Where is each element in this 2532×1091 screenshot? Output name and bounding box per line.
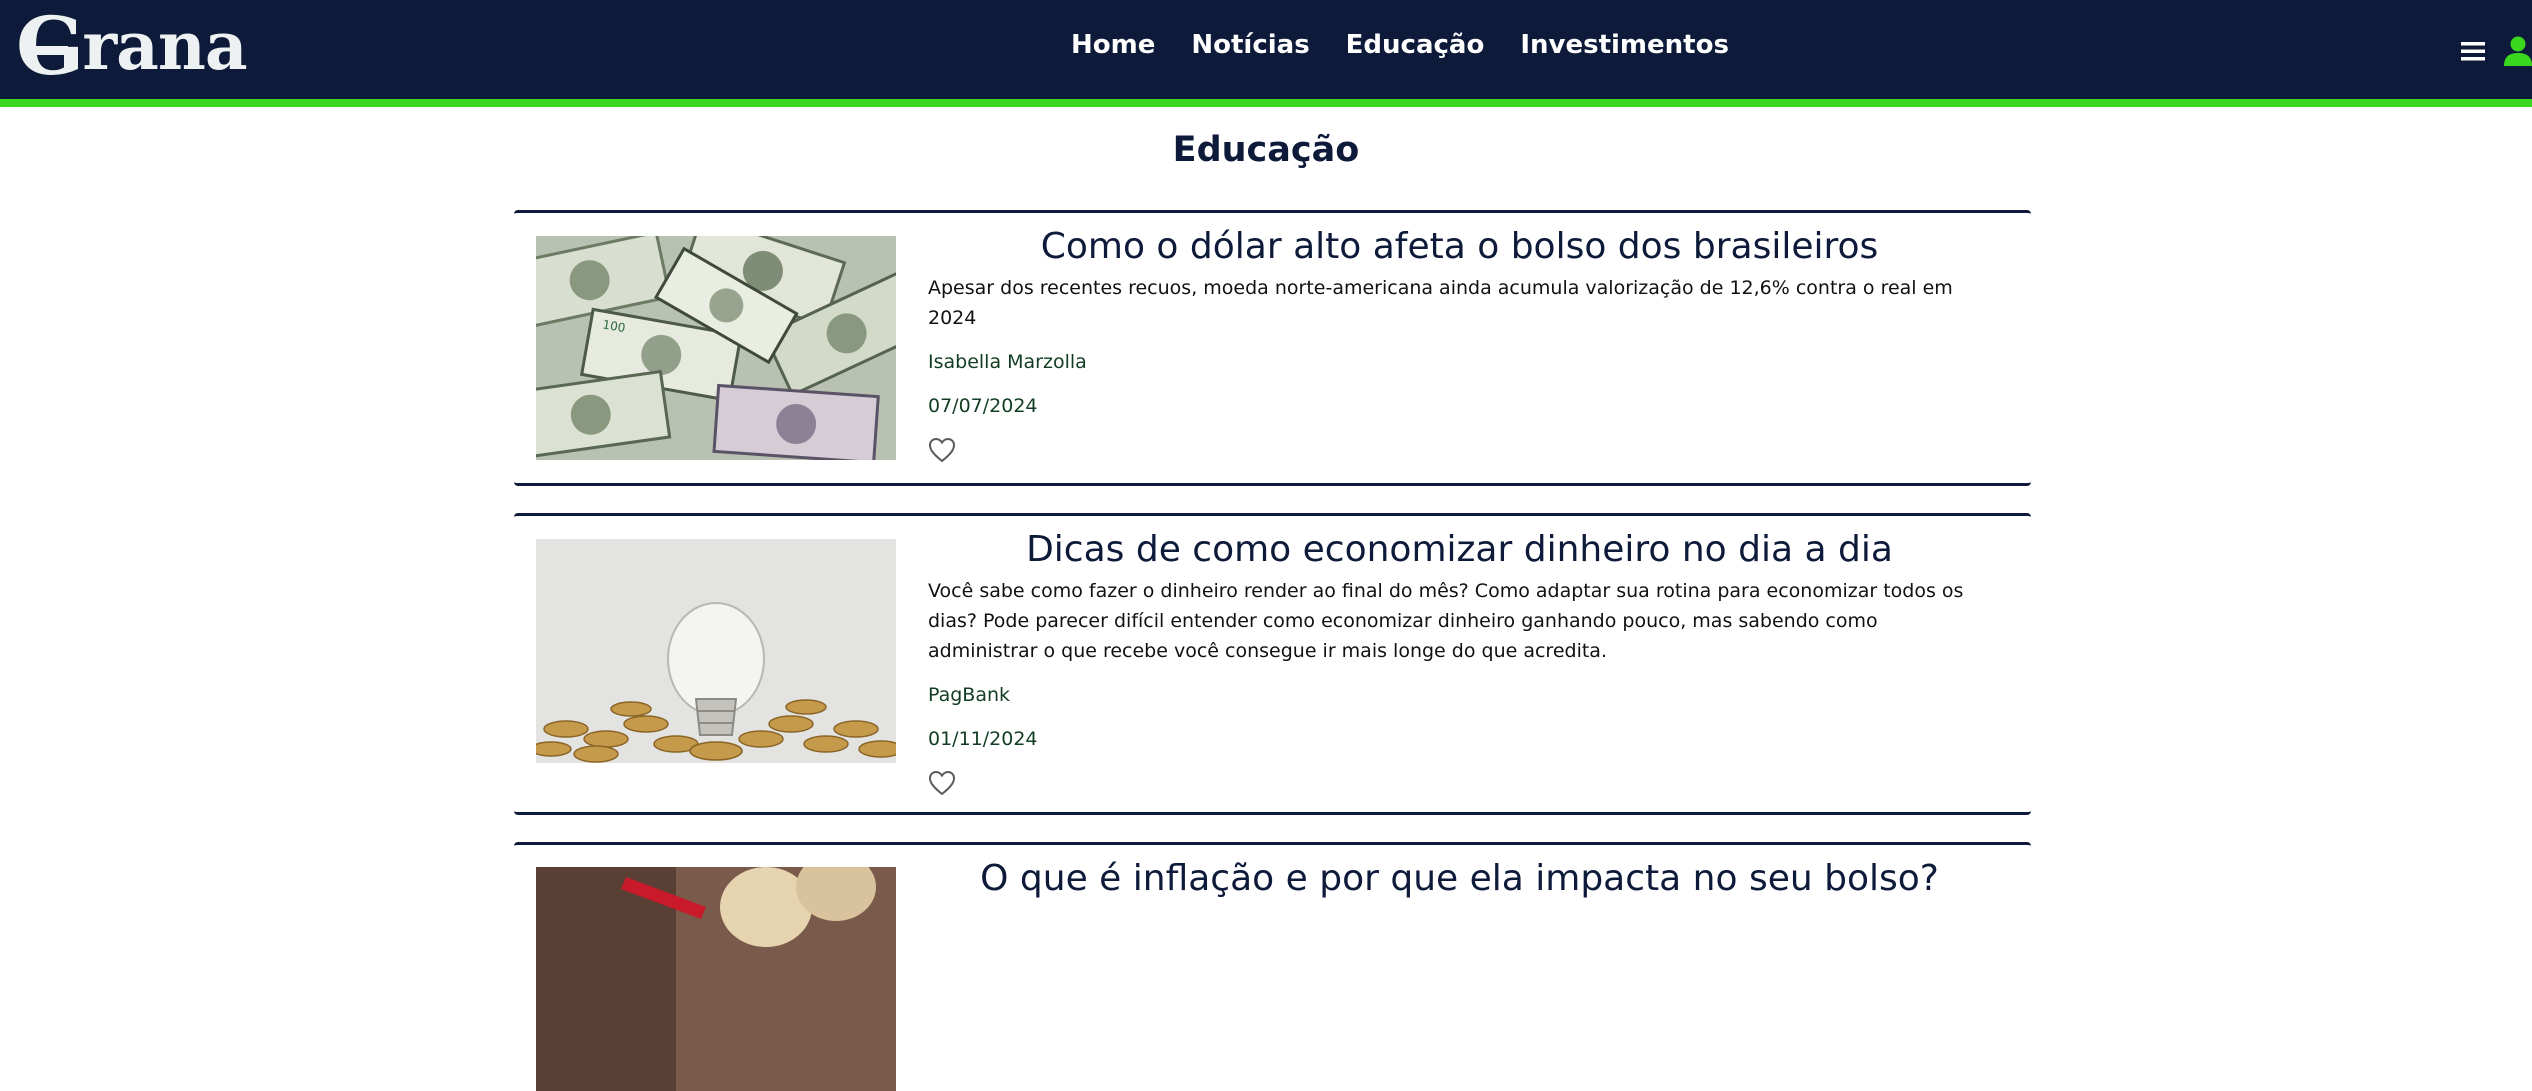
logo-text: rana [82, 7, 247, 85]
article-date: 01/11/2024 [928, 728, 1038, 750]
grana-logo[interactable]: Grana [16, 0, 248, 93]
page-title: Educação [1172, 130, 1360, 170]
article-date: 07/07/2024 [928, 395, 1038, 417]
main-nav: Home Notícias Educação Investimentos [1071, 30, 1729, 60]
article-card: Dicas de como economizar dinheiro no dia… [514, 513, 2031, 815]
nav-home[interactable]: Home [1071, 30, 1155, 60]
article-title[interactable]: Como o dólar alto afeta o bolso dos bras… [928, 225, 1991, 269]
article-body: Como o dólar alto afeta o bolso dos bras… [928, 225, 1991, 463]
article-author: Isabella Marzolla [928, 351, 1087, 373]
article-card: 100 Como o dólar alto afeta o bolso dos … [514, 210, 2031, 486]
user-icon[interactable] [2504, 36, 2532, 66]
logo-letter: G [16, 0, 85, 93]
heart-icon[interactable] [928, 770, 956, 796]
nav-investimentos[interactable]: Investimentos [1520, 30, 1729, 60]
article-body: Dicas de como economizar dinheiro no dia… [928, 528, 1991, 796]
nav-icons [2460, 36, 2532, 66]
lightbulb-coins-image[interactable] [536, 539, 896, 763]
article-description: Você sabe como fazer o dinheiro render a… [928, 580, 1964, 662]
article-title[interactable]: Dicas de como economizar dinheiro no dia… [928, 528, 1991, 572]
menu-icon[interactable] [2460, 39, 2486, 63]
heart-icon[interactable] [928, 437, 956, 463]
article-author: PagBank [928, 684, 1011, 706]
article-card: O que é inflação e por que ela impacta n… [514, 842, 2031, 1091]
inflation-image[interactable] [536, 867, 896, 1091]
nav-noticias[interactable]: Notícias [1191, 30, 1309, 60]
article-body: O que é inflação e por que ela impacta n… [928, 857, 1991, 901]
article-title[interactable]: O que é inflação e por que ela impacta n… [928, 857, 1991, 901]
navbar: Grana Home Notícias Educação Investiment… [0, 0, 2532, 107]
nav-educacao[interactable]: Educação [1346, 30, 1485, 60]
dollar-bills-image[interactable]: 100 [536, 236, 896, 460]
article-description: Apesar dos recentes recuos, moeda norte-… [928, 277, 1953, 329]
